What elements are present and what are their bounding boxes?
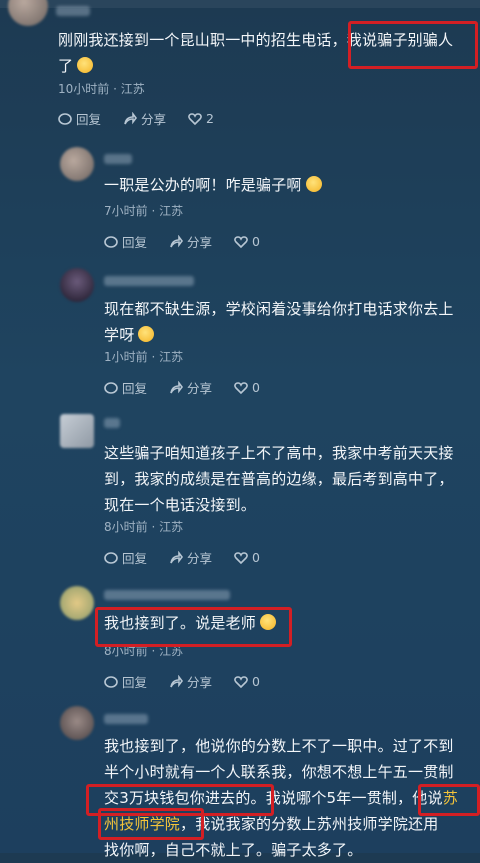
- share-icon: [170, 674, 184, 687]
- avatar[interactable]: [60, 414, 94, 448]
- comment-meta: 8小时前 · 江苏: [104, 520, 184, 534]
- username[interactable]: [104, 276, 194, 286]
- reply-icon: [104, 675, 118, 688]
- highlight-box: [95, 607, 292, 647]
- highlight-box: [418, 784, 480, 816]
- username[interactable]: [104, 154, 132, 164]
- comment-text: 现在都不缺生源，学校闲着没事给你打电话求你去上 学呀: [104, 300, 454, 344]
- username[interactable]: [104, 590, 230, 600]
- comment-text: 一职是公办的啊！咋是骗子啊: [104, 172, 474, 198]
- reply-button[interactable]: 回复: [104, 672, 147, 691]
- comment-text: 这些骗子咱知道孩子上不了高中，我家中考前天天接 到，我家的成绩是在普高的边缘，最…: [104, 444, 454, 514]
- comment-actions: 回复 分享 0: [104, 548, 260, 567]
- avatar[interactable]: [60, 147, 94, 181]
- reply-button[interactable]: 回复: [58, 109, 101, 128]
- like-button[interactable]: 0: [234, 232, 260, 251]
- share-button[interactable]: 分享: [169, 672, 212, 691]
- share-icon: [170, 550, 184, 563]
- heart-icon: [234, 675, 248, 688]
- comment-meta: 1小时前 · 江苏: [104, 350, 184, 364]
- reply-icon: [104, 235, 118, 248]
- laugh-emoji-icon: [138, 326, 155, 342]
- comment-meta: 10小时前 · 江苏: [58, 82, 145, 96]
- laugh-emoji-icon: [77, 57, 94, 73]
- avatar[interactable]: [8, 0, 48, 26]
- username[interactable]: [104, 418, 120, 428]
- like-button[interactable]: 0: [234, 378, 260, 397]
- comment-actions: 回复 分享 2: [58, 109, 214, 128]
- share-icon: [170, 380, 184, 393]
- username[interactable]: [104, 714, 148, 724]
- reply-button[interactable]: 回复: [104, 232, 147, 251]
- avatar[interactable]: [60, 268, 94, 302]
- share-button[interactable]: 分享: [169, 548, 212, 567]
- avatar[interactable]: [60, 586, 94, 620]
- share-button[interactable]: 分享: [169, 378, 212, 397]
- avatar[interactable]: [60, 706, 94, 740]
- highlight-box: [348, 21, 478, 69]
- highlight-box: [98, 808, 204, 840]
- heart-icon: [234, 381, 248, 394]
- laugh-emoji-icon: [305, 176, 322, 192]
- heart-icon: [234, 551, 248, 564]
- share-button[interactable]: 分享: [169, 232, 212, 251]
- reply-icon: [58, 112, 72, 125]
- like-button[interactable]: 0: [234, 672, 260, 691]
- reply-button[interactable]: 回复: [104, 378, 147, 397]
- reply-button[interactable]: 回复: [104, 548, 147, 567]
- comment-actions: 回复 分享 0: [104, 672, 260, 691]
- comment-actions: 回复 分享 0: [104, 232, 260, 251]
- heart-icon: [188, 112, 202, 125]
- share-icon: [124, 111, 138, 124]
- comment-meta: 7小时前 · 江苏: [104, 204, 184, 218]
- like-button[interactable]: 2: [188, 109, 214, 128]
- like-button[interactable]: 0: [234, 548, 260, 567]
- reply-icon: [104, 551, 118, 564]
- heart-icon: [234, 235, 248, 248]
- comment-actions: 回复 分享 0: [104, 378, 260, 397]
- share-icon: [170, 234, 184, 247]
- username[interactable]: [56, 6, 90, 16]
- reply-icon: [104, 381, 118, 394]
- share-button[interactable]: 分享: [123, 109, 166, 128]
